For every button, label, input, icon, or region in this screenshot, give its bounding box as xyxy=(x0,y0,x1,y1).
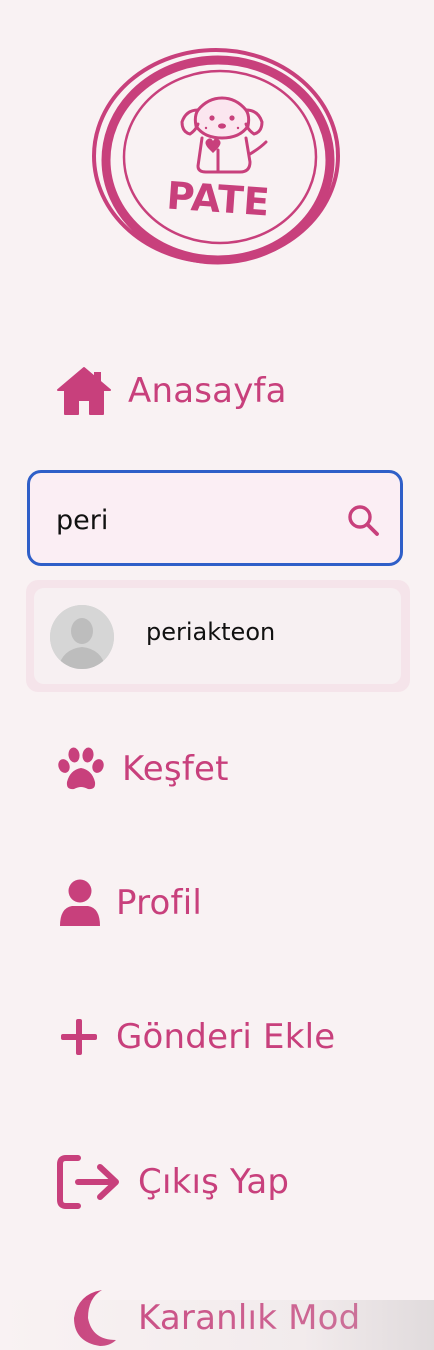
user-icon xyxy=(58,878,102,928)
pate-logo[interactable]: PATE xyxy=(90,44,346,274)
nav-home-label: Anasayfa xyxy=(128,371,287,411)
search-result-item[interactable]: periakteon xyxy=(34,588,401,684)
sidebar: PATE Anasayfa peri periakteon Keşfet Pro… xyxy=(0,0,434,1350)
search-icon[interactable] xyxy=(346,503,380,541)
paw-icon xyxy=(56,746,106,792)
logout-icon xyxy=(56,1154,122,1210)
nav-add-post[interactable]: Gönderi Ekle xyxy=(58,1016,335,1058)
nav-add-post-label: Gönderi Ekle xyxy=(116,1017,336,1057)
nav-logout-label: Çıkış Yap xyxy=(138,1162,290,1202)
moon-icon xyxy=(64,1288,118,1348)
logo-text: PATE xyxy=(165,173,271,224)
home-icon xyxy=(56,366,112,416)
search-box[interactable] xyxy=(27,470,403,566)
nav-profile-label: Profil xyxy=(116,883,203,923)
result-username: periakteon xyxy=(146,618,276,646)
nav-profile[interactable]: Profil xyxy=(58,878,202,928)
nav-explore-label: Keşfet xyxy=(122,749,229,789)
nav-explore[interactable]: Keşfet xyxy=(56,746,229,792)
nav-dark-mode-label: Karanlık Mod xyxy=(138,1298,361,1338)
nav-logout[interactable]: Çıkış Yap xyxy=(56,1154,289,1210)
search-results: periakteon xyxy=(26,580,410,692)
search-input[interactable] xyxy=(54,491,338,549)
plus-icon xyxy=(58,1016,100,1058)
nav-dark-mode[interactable]: Karanlık Mod xyxy=(64,1288,360,1348)
avatar xyxy=(50,605,114,669)
nav-home[interactable]: Anasayfa xyxy=(56,366,287,416)
